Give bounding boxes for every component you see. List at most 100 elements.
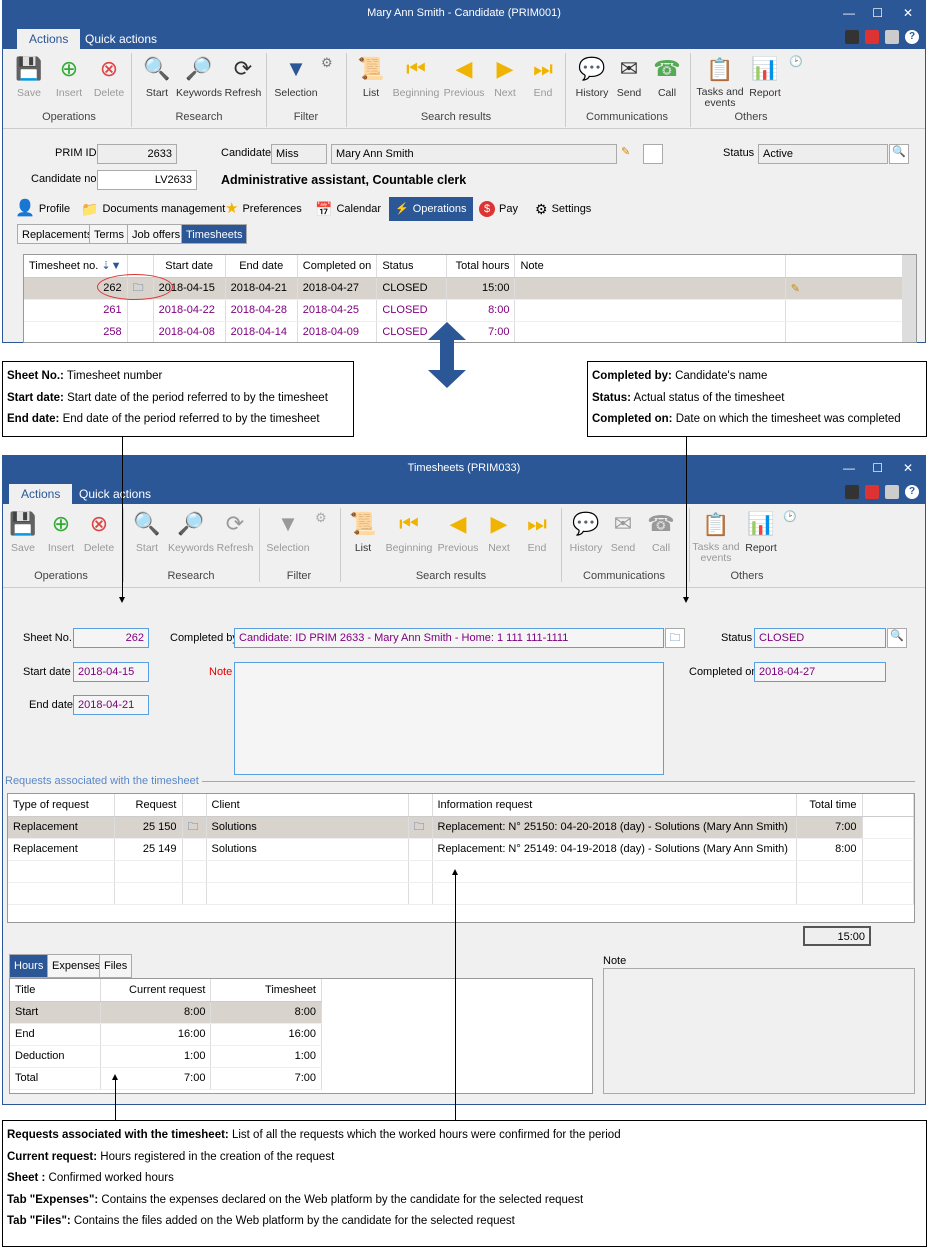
minimize-icon[interactable]: — xyxy=(843,1,855,25)
subtab-replacements[interactable]: Replacements xyxy=(17,224,98,244)
refresh-button[interactable]: ⟳ Refresh xyxy=(223,55,263,99)
tasks-button[interactable]: 📋 Tasks and events xyxy=(695,55,745,109)
pencil-icon[interactable]: ✎ xyxy=(621,145,630,158)
previous-button[interactable]: ◀ Previous xyxy=(441,55,487,99)
insert-button[interactable]: ⊕ Insert xyxy=(49,55,89,99)
close-icon[interactable]: ✕ xyxy=(903,456,913,480)
tab-preferences[interactable]: ★ Preferences xyxy=(225,197,302,221)
search-icon[interactable]: 🔍 xyxy=(887,628,907,648)
tab-operations[interactable]: ⚡ Operations xyxy=(389,197,473,221)
end-date-field[interactable]: 2018-04-21 xyxy=(73,695,149,715)
calendar-icon[interactable] xyxy=(865,485,879,499)
note2-field[interactable] xyxy=(603,968,915,1094)
col-client[interactable]: Client xyxy=(206,794,409,817)
col-timesheet[interactable]: Timesheet xyxy=(210,979,322,1002)
tab-hours[interactable]: Hours xyxy=(9,954,49,978)
candidate-name-field[interactable]: Mary Ann Smith xyxy=(331,144,617,164)
keywords-button[interactable]: 🔎 Keywords xyxy=(167,510,215,554)
tab-calendar[interactable]: 📅 Calendar xyxy=(315,197,381,221)
maximize-icon[interactable]: ☐ xyxy=(872,456,883,480)
lock-icon[interactable] xyxy=(885,485,899,499)
table-row[interactable]: Replacement 25 149 Solutions Replacement… xyxy=(8,838,914,861)
beginning-button[interactable]: ⏮ Beginning xyxy=(391,55,441,99)
tab-quick-actions[interactable]: Quick actions xyxy=(73,29,169,49)
table-row[interactable]: Replacement 25 150 🗀 Solutions 🗀 Replace… xyxy=(8,816,914,839)
keywords-button[interactable]: 🔎 Keywords xyxy=(175,55,223,99)
col-type[interactable]: Type of request xyxy=(8,794,115,817)
clock-icon[interactable]: 🕑 xyxy=(789,55,803,68)
selection-button[interactable]: ▼ Selection xyxy=(263,510,313,554)
col-total-time[interactable]: Total time xyxy=(796,794,863,817)
col-title[interactable]: Title xyxy=(10,979,101,1002)
call-button[interactable]: ☎ Call xyxy=(649,55,685,99)
scrollbar[interactable] xyxy=(902,255,916,342)
candidate-no-field[interactable]: LV2633 xyxy=(97,170,197,190)
lock-icon[interactable] xyxy=(885,30,899,44)
tab-quick-actions[interactable]: Quick actions xyxy=(67,484,163,504)
tab-actions[interactable]: Actions xyxy=(9,484,73,504)
subtab-job-offers[interactable]: Job offers xyxy=(127,224,186,244)
delete-button[interactable]: ⊗ Delete xyxy=(89,55,129,99)
list-button[interactable]: 📜 List xyxy=(353,55,389,99)
calculator-icon[interactable] xyxy=(845,30,859,44)
table-row[interactable]: Total 7:00 7:00 xyxy=(10,1067,322,1090)
list-button[interactable]: 📜 List xyxy=(345,510,381,554)
tab-profile[interactable]: 👤 Profile xyxy=(15,197,70,221)
save-button[interactable]: 💾 Save xyxy=(9,55,49,99)
table-row[interactable]: 261 2018-04-22 2018-04-28 2018-04-25 CLOSE… xyxy=(24,299,916,322)
col-completed-on[interactable]: Completed on xyxy=(297,255,378,278)
note-field[interactable] xyxy=(234,662,664,775)
col-request[interactable]: Request xyxy=(114,794,183,817)
calculator-icon[interactable] xyxy=(845,485,859,499)
subtab-timesheets[interactable]: Timesheets xyxy=(181,224,248,244)
end-button[interactable]: ⏭ End xyxy=(525,55,561,99)
col-timesheet-no[interactable]: Timesheet no. ⇣▼ xyxy=(24,255,128,278)
insert-button[interactable]: ⊕ Insert xyxy=(41,510,81,554)
prim-id-field[interactable]: 2633 xyxy=(97,144,177,164)
close-icon[interactable]: ✕ xyxy=(903,1,913,25)
send-button[interactable]: ✉ Send xyxy=(605,510,641,554)
report-button[interactable]: 📊 Report xyxy=(745,55,785,99)
maximize-icon[interactable]: ☐ xyxy=(872,1,883,25)
sort-icon[interactable]: ⇣▼ xyxy=(101,260,121,272)
start-date-field[interactable]: 2018-04-15 xyxy=(73,662,149,682)
table-row[interactable]: End 16:00 16:00 xyxy=(10,1023,322,1046)
tab-settings[interactable]: ⚙ Settings xyxy=(535,197,591,221)
start-button[interactable]: 🔍 Start xyxy=(137,55,177,99)
view-icon[interactable] xyxy=(643,144,663,164)
col-start-date[interactable]: Start date xyxy=(153,255,226,278)
tab-actions[interactable]: Actions xyxy=(17,29,81,49)
status-field[interactable]: Active xyxy=(758,144,888,164)
tab-documents[interactable]: 📁 Documents management xyxy=(81,197,225,221)
start-button[interactable]: 🔍 Start xyxy=(127,510,167,554)
col-end-date[interactable]: End date xyxy=(225,255,298,278)
tab-files[interactable]: Files xyxy=(99,954,133,978)
col-current-request[interactable]: Current request xyxy=(100,979,212,1002)
calendar-icon[interactable] xyxy=(865,30,879,44)
history-button[interactable]: 💬 History xyxy=(571,55,613,99)
search-icon[interactable]: 🔍 xyxy=(889,144,909,164)
col-info-request[interactable]: Information request xyxy=(432,794,797,817)
call-button[interactable]: ☎ Call xyxy=(643,510,679,554)
beginning-button[interactable]: ⏮ Beginning xyxy=(383,510,435,554)
send-button[interactable]: ✉ Send xyxy=(611,55,647,99)
help-icon[interactable]: ? xyxy=(905,485,919,499)
gear-icon[interactable]: ⚙ xyxy=(315,510,327,526)
sheet-no-field[interactable]: 262 xyxy=(73,628,149,648)
col-status[interactable]: Status xyxy=(376,255,448,278)
folder-search-icon[interactable]: 🗀 xyxy=(188,821,199,833)
previous-button[interactable]: ◀ Previous xyxy=(435,510,481,554)
table-row[interactable]: 258 2018-04-08 2018-04-14 2018-04-09 CLOSE… xyxy=(24,321,916,342)
next-button[interactable]: ▶ Next xyxy=(487,55,523,99)
help-icon[interactable]: ? xyxy=(905,30,919,44)
tasks-button[interactable]: 📋 Tasks and events xyxy=(691,510,741,564)
report-button[interactable]: 📊 Report xyxy=(741,510,781,554)
save-button[interactable]: 💾 Save xyxy=(3,510,43,554)
clock-icon[interactable]: 🕑 xyxy=(783,510,797,523)
completed-on-field[interactable]: 2018-04-27 xyxy=(754,662,886,682)
subtab-terms[interactable]: Terms xyxy=(89,224,129,244)
table-row[interactable]: Deduction 1:00 1:00 xyxy=(10,1045,322,1068)
delete-button[interactable]: ⊗ Delete xyxy=(79,510,119,554)
folder-search-icon[interactable]: 🗀 xyxy=(665,628,685,648)
next-button[interactable]: ▶ Next xyxy=(481,510,517,554)
